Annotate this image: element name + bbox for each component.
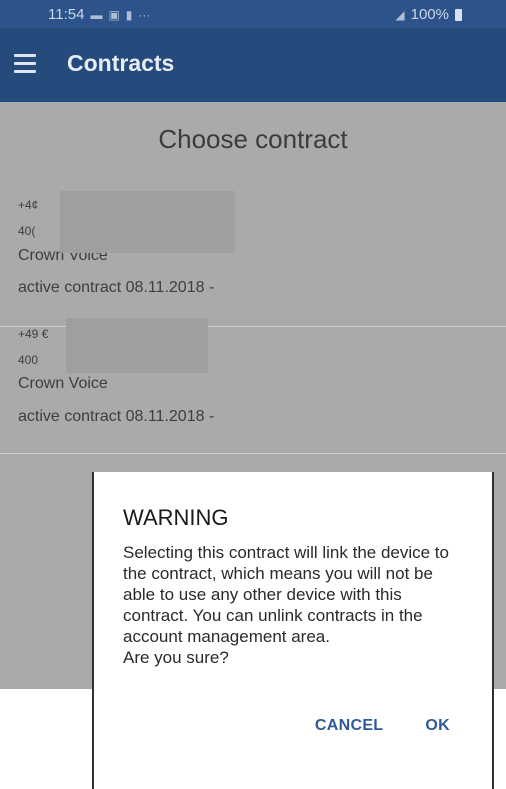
contract-plan: Crown Voice (18, 375, 108, 392)
hamburger-menu-icon[interactable] (14, 54, 36, 74)
warning-dialog: WARNING Selecting this contract will lin… (92, 472, 494, 789)
app-bar: Contracts (0, 28, 506, 102)
ok-button[interactable]: OK (425, 717, 450, 735)
status-right: ◢ 100% (395, 6, 462, 23)
contract-status: active contract 08.11.2018 - (18, 279, 215, 296)
page-title: Contracts (67, 50, 175, 76)
contract-phone: +49 € (18, 327, 49, 341)
sim-icon: ▬ (90, 7, 103, 22)
wifi-signal-icon: ◢ (395, 7, 405, 22)
more-dots-icon: ··· (138, 7, 151, 22)
redaction-mask (60, 191, 235, 253)
status-time: 11:54 (48, 6, 85, 23)
status-bar: 11:54 ▬ ▣ ▮ ··· ◢ 100% (0, 0, 506, 28)
contract-phone: +4¢ (18, 198, 39, 212)
list-heading: Choose contract (158, 124, 348, 154)
image-icon: ▣ (108, 7, 120, 22)
contract-number: 40( (18, 224, 36, 238)
contract-item[interactable]: +49 € 400 Crown Voice active contract 08… (0, 313, 506, 454)
dialog-message: Selecting this contract will link the de… (123, 543, 449, 667)
battery-percent: 100% (410, 6, 449, 23)
contract-number: 400 (18, 353, 39, 367)
redaction-mask (66, 318, 208, 373)
status-left: 11:54 ▬ ▣ ▮ ··· (48, 6, 150, 23)
app-icon: ▮ (125, 7, 133, 22)
cancel-button[interactable]: CANCEL (315, 717, 383, 735)
contract-status: active contract 08.11.2018 - (18, 408, 215, 425)
contract-item[interactable]: +4¢ 40( Crown Voice active contract 08.1… (0, 186, 506, 327)
dialog-actions: CANCEL OK (315, 717, 450, 735)
dialog-title: WARNING (123, 505, 229, 530)
battery-icon (455, 8, 462, 21)
